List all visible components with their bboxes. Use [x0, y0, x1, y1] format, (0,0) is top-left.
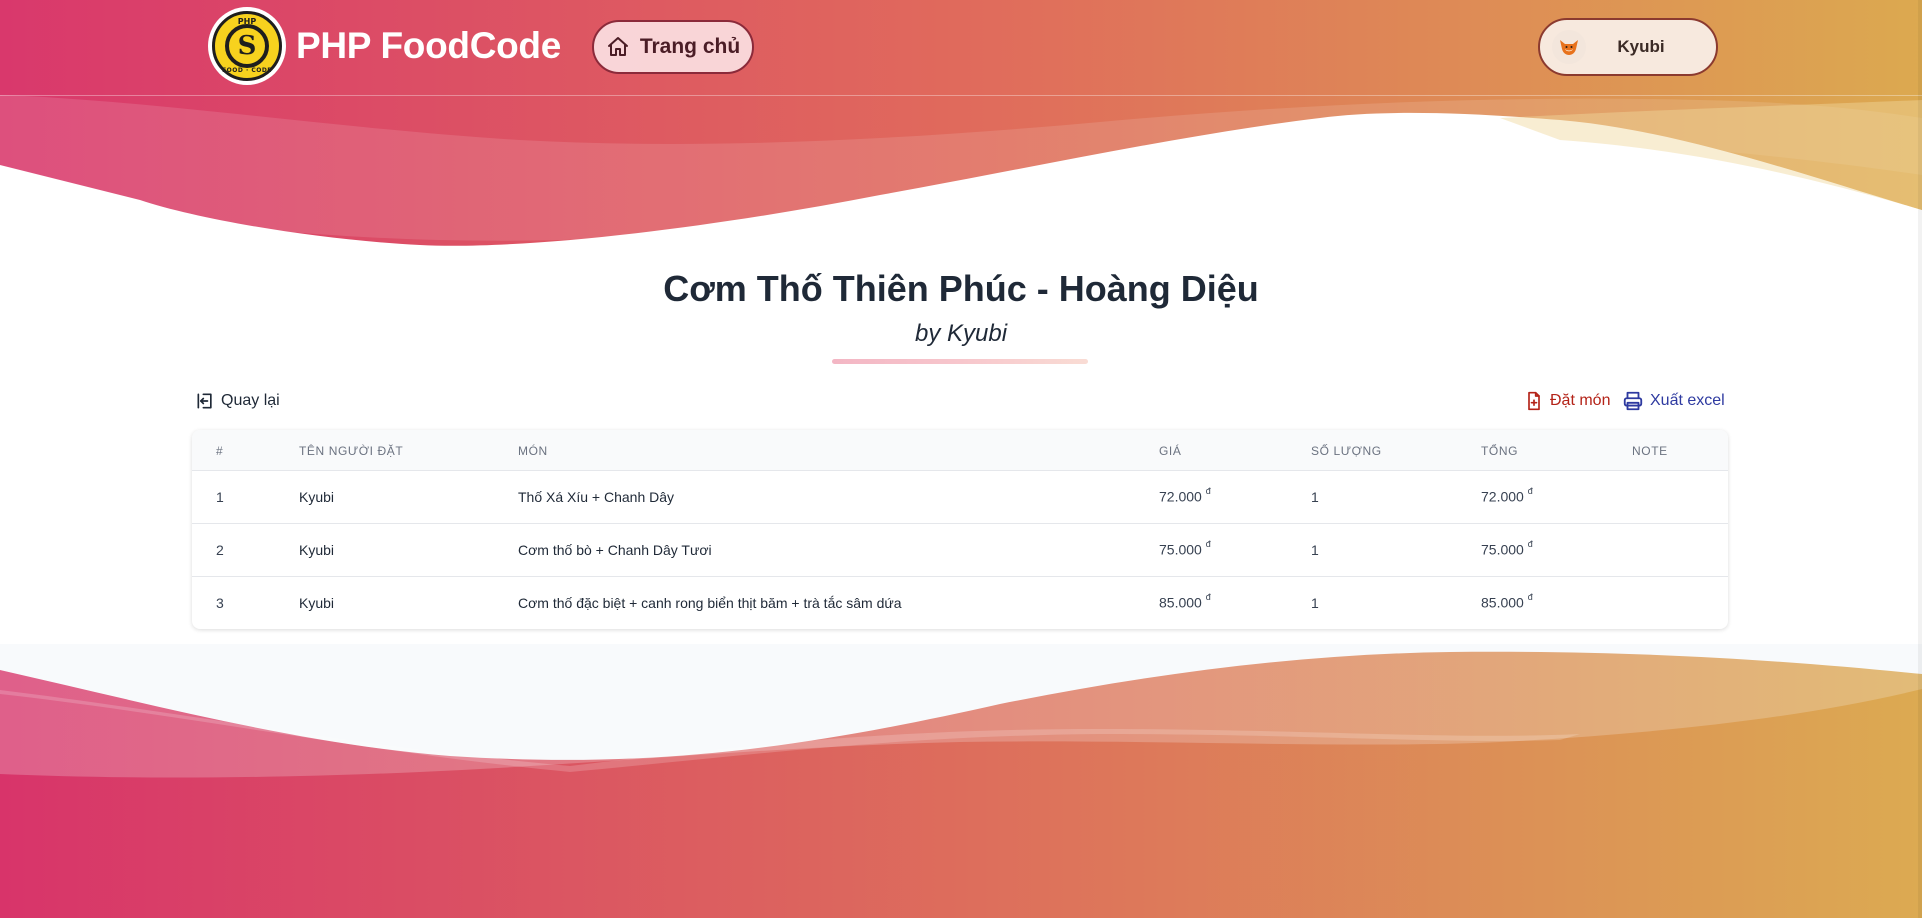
- currency-symbol: đ: [1205, 592, 1211, 603]
- cell-dish: Cơm thố bò + Chanh Dây Tươi: [518, 541, 712, 558]
- total-value: 72.000: [1481, 488, 1524, 505]
- table-row: 2 Kyubi Cơm thố bò + Chanh Dây Tươi 75.0…: [192, 523, 1728, 576]
- home-button-label: Trang chủ: [639, 35, 741, 58]
- cell-total: 72.000 đ: [1481, 470, 1632, 523]
- home-button[interactable]: Trang chủ: [592, 20, 754, 74]
- fox-avatar-icon: [1560, 40, 1578, 55]
- page: PHP S FOOD · CODE PHP FoodCode Trang chủ…: [0, 0, 1922, 918]
- cell-dish: Cơm thố đặc biệt + canh rong biển thịt b…: [518, 594, 902, 611]
- cell-name: Kyubi: [299, 488, 335, 505]
- cell-price: 72.000 đ: [1159, 470, 1311, 523]
- cell-total: 75.000 đ: [1481, 523, 1632, 576]
- cell-quantity: 1: [1311, 594, 1319, 611]
- back-link-label: Quay lại: [221, 392, 280, 409]
- column-header-index: #: [216, 443, 224, 458]
- cell-price: 75.000 đ: [1159, 523, 1311, 576]
- table-header-row: # TÊN NGƯỜI ĐẶT MÓN GIÁ SỐ LƯỢNG TỔNG NO…: [192, 430, 1728, 470]
- user-menu-button[interactable]: Kyubi: [1538, 18, 1718, 76]
- export-excel-button[interactable]: Xuất excel: [1622, 388, 1725, 414]
- avatar: [1552, 30, 1586, 64]
- currency-symbol: đ: [1205, 539, 1211, 550]
- column-header-note: NOTE: [1632, 443, 1668, 458]
- price-value: 85.000: [1159, 595, 1202, 612]
- price-value: 75.000: [1159, 541, 1202, 558]
- logout-icon: [197, 393, 212, 409]
- page-subtitle: by Kyubi: [914, 320, 1008, 347]
- orders-table: # TÊN NGƯỜI ĐẶT MÓN GIÁ SỐ LƯỢNG TỔNG NO…: [192, 430, 1728, 629]
- page-title: Cơm Thố Thiên Phúc - Hoàng Diệu: [663, 268, 1259, 309]
- back-link[interactable]: Quay lại: [195, 388, 280, 414]
- logo-text-top: PHP: [237, 17, 257, 26]
- logo-letter: S: [237, 31, 257, 61]
- cell-total: 85.000 đ: [1481, 576, 1632, 629]
- cell-price: 85.000 đ: [1159, 576, 1311, 629]
- cell-index: 3: [216, 594, 224, 611]
- logo-text-bottom: FOOD · CODE: [222, 67, 272, 74]
- total-value: 85.000: [1481, 595, 1524, 612]
- cell-name: Kyubi: [299, 541, 335, 558]
- price-value: 72.000: [1159, 488, 1202, 505]
- cell-quantity: 1: [1311, 541, 1319, 558]
- logo: PHP S FOOD · CODE: [208, 7, 286, 85]
- title-underline: [832, 359, 1088, 364]
- cell-note: [1632, 576, 1728, 629]
- order-button-label: Đặt món: [1550, 392, 1611, 409]
- home-icon: [607, 37, 628, 56]
- cell-name: Kyubi: [299, 594, 335, 611]
- column-header-price: GIÁ: [1159, 443, 1182, 458]
- header-divider: [0, 95, 1922, 96]
- currency-symbol: đ: [1527, 539, 1533, 550]
- footer-wave-background: [0, 644, 1922, 918]
- table-row: 1 Kyubi Thố Xá Xíu + Chanh Dây 72.000 đ …: [192, 470, 1728, 523]
- column-header-name: TÊN NGƯỜI ĐẶT: [299, 443, 404, 458]
- column-header-quantity: SỐ LƯỢNG: [1311, 443, 1382, 458]
- order-button[interactable]: Đặt món: [1524, 388, 1610, 414]
- cell-dish: Thố Xá Xíu + Chanh Dây: [518, 488, 675, 505]
- orders-table-card: # TÊN NGƯỜI ĐẶT MÓN GIÁ SỐ LƯỢNG TỔNG NO…: [192, 430, 1728, 629]
- cell-index: 1: [216, 488, 224, 505]
- total-value: 75.000: [1481, 541, 1524, 558]
- currency-symbol: đ: [1527, 592, 1533, 603]
- cell-index: 2: [216, 541, 224, 558]
- user-name: Kyubi: [1617, 37, 1665, 56]
- column-header-total: TỔNG: [1481, 443, 1519, 458]
- brand[interactable]: PHP S FOOD · CODE PHP FoodCode: [208, 7, 561, 85]
- currency-symbol: đ: [1205, 486, 1211, 497]
- printer-icon: [1623, 391, 1643, 411]
- table-row: 3 Kyubi Cơm thố đặc biệt + canh rong biể…: [192, 576, 1728, 629]
- currency-symbol: đ: [1527, 486, 1533, 497]
- logo-ring: S: [225, 24, 269, 68]
- file-plus-icon: [1528, 391, 1540, 411]
- cell-quantity: 1: [1311, 488, 1319, 505]
- cell-note: [1632, 523, 1728, 576]
- export-excel-label: Xuất excel: [1650, 392, 1725, 409]
- logo-badge: PHP S FOOD · CODE: [212, 11, 282, 81]
- cell-note: [1632, 470, 1728, 523]
- scrollbar[interactable]: [1918, 0, 1922, 918]
- brand-name: PHP FoodCode: [296, 25, 561, 66]
- column-header-dish: MÓN: [518, 443, 548, 458]
